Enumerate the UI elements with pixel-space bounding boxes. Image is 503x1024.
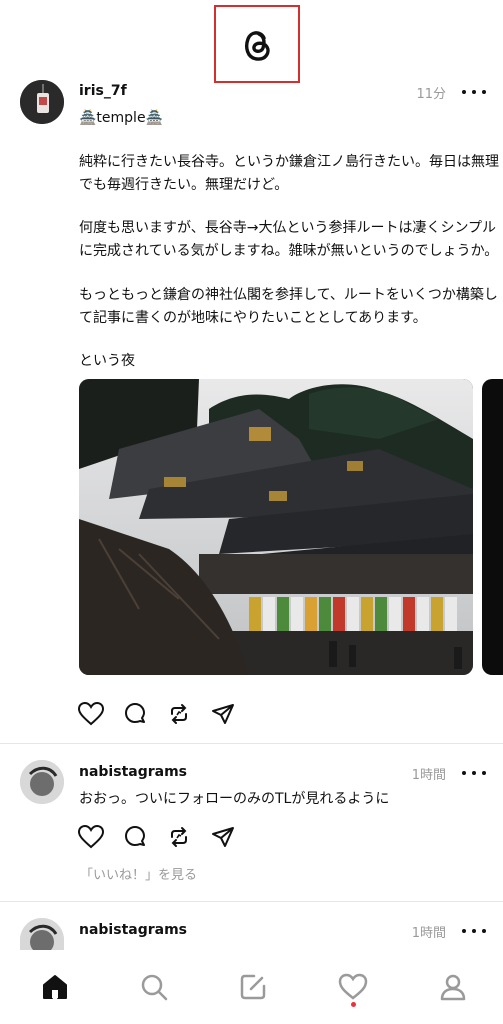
see-likes-link[interactable]: 「いいね！」を見る <box>80 864 197 883</box>
post-time: 1時間 <box>411 768 446 783</box>
avatar[interactable] <box>20 760 64 804</box>
share-send-icon[interactable] <box>210 824 236 850</box>
post-paragraph: もっともっと鎌倉の神社仏閣を参拝して、ルートをいくつか構築し て記事に書くのが地… <box>79 287 498 326</box>
top-bar <box>0 0 503 88</box>
post-divider <box>0 743 503 744</box>
username[interactable]: iris_7f <box>79 83 127 99</box>
post-actions <box>78 824 236 850</box>
post-paragraph: 何度も思いますが、長谷寺→大仏という参拝ルートは凄くシンプル に完成されている気… <box>79 220 499 259</box>
post-tag: 🏯temple🏯 <box>79 110 163 126</box>
post-paragraph: という夜 <box>79 353 135 369</box>
threads-logo-icon[interactable] <box>214 5 300 83</box>
more-options-icon[interactable] <box>462 921 486 941</box>
comment-icon[interactable] <box>122 701 148 727</box>
comment-icon[interactable] <box>122 824 148 850</box>
bottom-tab-bar <box>0 953 503 1024</box>
home-icon[interactable] <box>35 967 75 1007</box>
username[interactable]: nabistagrams <box>79 922 187 938</box>
post-time: 1時間 <box>411 926 446 941</box>
username[interactable]: nabistagrams <box>79 764 187 780</box>
activity-heart-icon[interactable] <box>333 967 373 1007</box>
more-options-icon[interactable] <box>462 763 486 783</box>
compose-icon[interactable] <box>233 967 273 1007</box>
second-photo[interactable] <box>482 379 503 675</box>
post-text: おおっ。ついにフォローのみのTLが見れるように <box>79 791 390 807</box>
more-options-icon[interactable] <box>462 82 486 102</box>
notification-dot <box>351 1002 356 1007</box>
post-time: 11分 <box>416 87 446 102</box>
avatar[interactable] <box>20 80 64 124</box>
post-actions <box>78 701 236 727</box>
repost-icon[interactable] <box>166 824 192 850</box>
post-paragraph: 純粋に行きたい長谷寺。というか鎌倉江ノ島行きたい。毎日は無理 でも毎週行きたい。… <box>79 154 499 193</box>
like-heart-icon[interactable] <box>78 701 104 727</box>
post-divider <box>0 901 503 902</box>
share-send-icon[interactable] <box>210 701 236 727</box>
profile-icon[interactable] <box>433 967 473 1007</box>
temple-photo[interactable] <box>79 379 473 675</box>
avatar[interactable] <box>20 918 64 950</box>
search-icon[interactable] <box>134 967 174 1007</box>
repost-icon[interactable] <box>166 701 192 727</box>
like-heart-icon[interactable] <box>78 824 104 850</box>
